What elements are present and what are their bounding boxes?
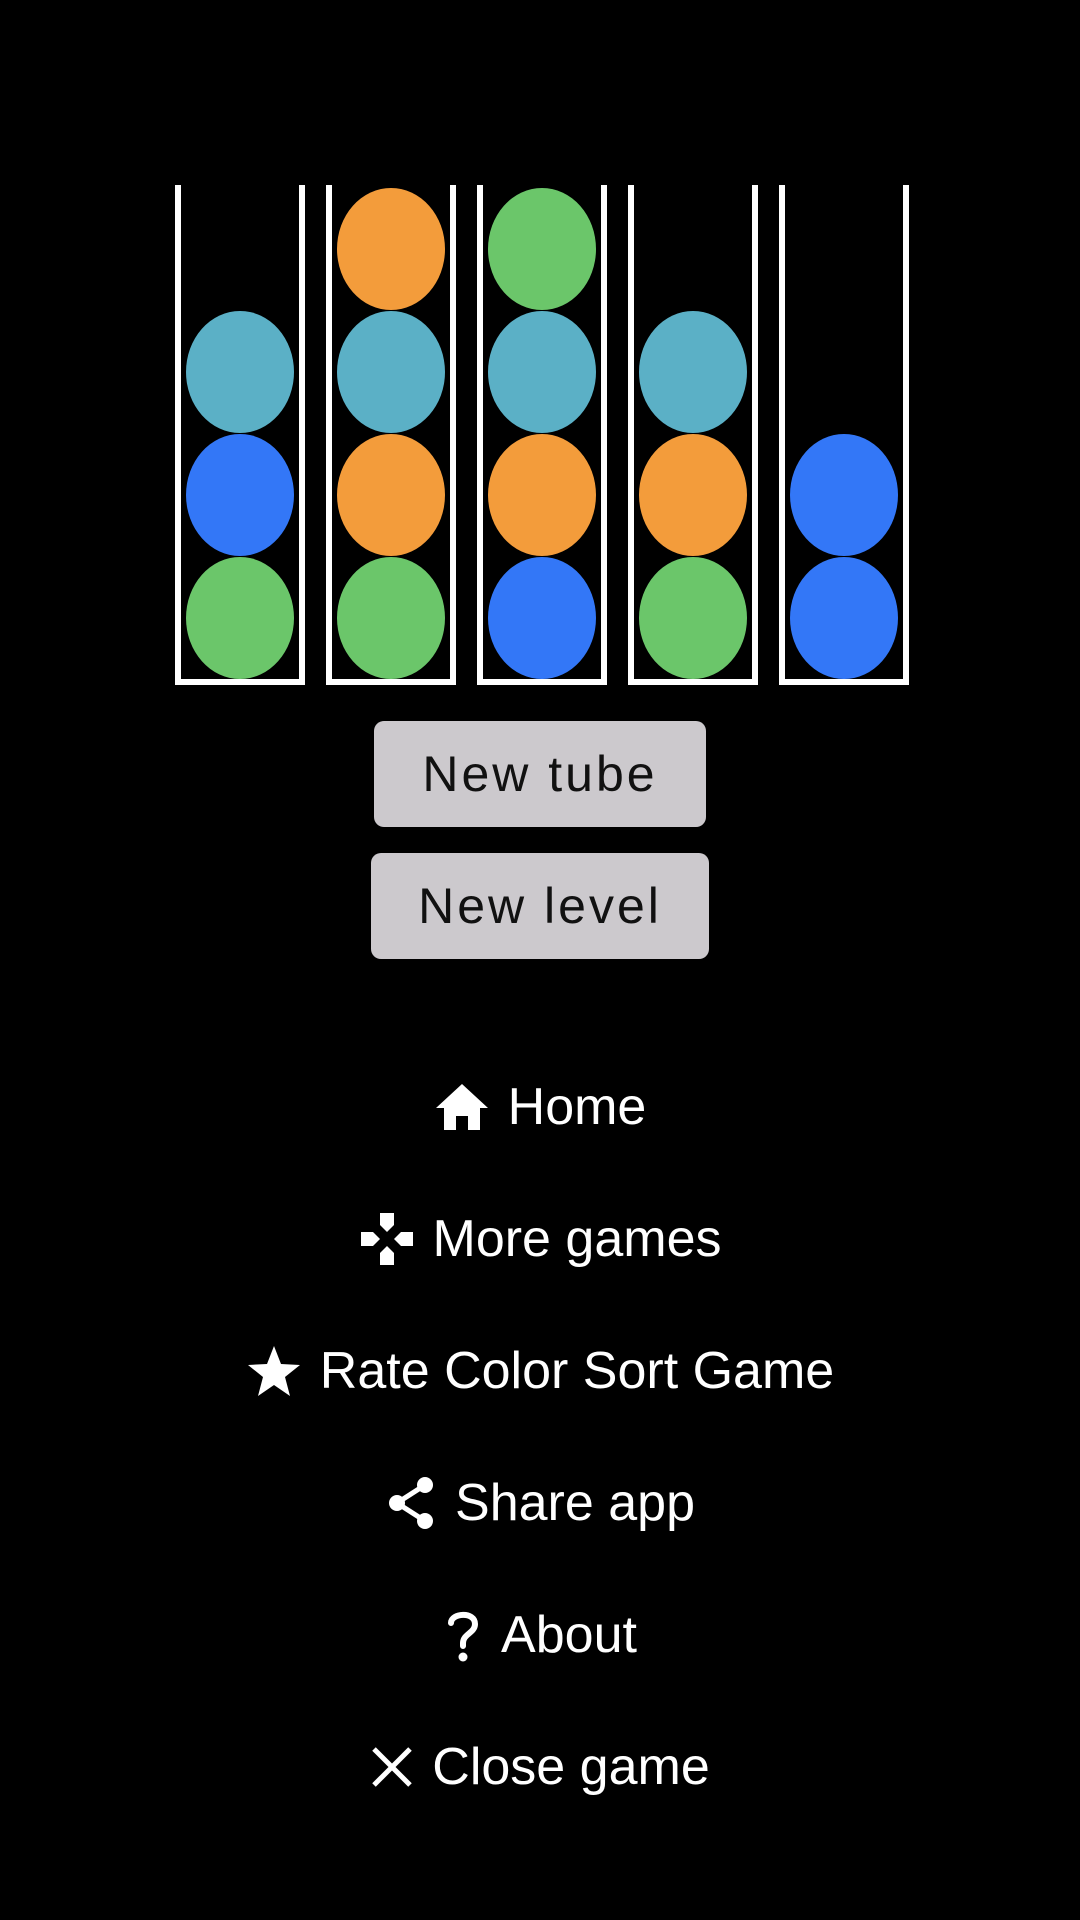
tube-1[interactable] [175,185,305,685]
ball-orange [337,188,445,310]
gamepad-icon [359,1211,415,1267]
ball-blue [488,557,596,679]
menu-item-label: Rate Color Sort Game [319,1342,835,1400]
ball-blue [790,557,898,679]
ball-green [337,557,445,679]
share-icon [385,1475,437,1531]
ball-green [488,188,596,310]
close-icon [370,1745,414,1789]
tube-3[interactable] [477,185,607,685]
star-icon [246,1344,302,1398]
ball-teal [639,311,747,433]
ball-orange [639,434,747,556]
menu-item-more-games[interactable]: More games [0,1194,1080,1284]
new-tube-button[interactable]: New tube [374,721,706,827]
menu-item-label: Share app [455,1474,695,1532]
menu-item-close[interactable]: Close game [0,1722,1080,1812]
new-level-button[interactable]: New level [371,853,709,959]
ball-blue [790,434,898,556]
ball-orange [337,434,445,556]
menu-item-label: Home [507,1078,647,1136]
question-icon [443,1607,483,1663]
tube-4[interactable] [628,185,758,685]
menu-item-label: About [501,1606,637,1664]
menu-item-home[interactable]: Home [0,1062,1080,1152]
home-icon [434,1082,490,1132]
ball-green [186,557,294,679]
menu-item-share[interactable]: Share app [0,1458,1080,1548]
ball-teal [186,311,294,433]
tube-2[interactable] [326,185,456,685]
menu-item-rate[interactable]: Rate Color Sort Game [0,1326,1080,1416]
menu-item-label: More games [432,1210,722,1268]
menu-item-about[interactable]: About [0,1590,1080,1680]
ball-green [639,557,747,679]
ball-orange [488,434,596,556]
ball-blue [186,434,294,556]
menu-item-label: Close game [432,1738,710,1796]
ball-teal [488,311,596,433]
tube-5[interactable] [779,185,909,685]
ball-teal [337,311,445,433]
